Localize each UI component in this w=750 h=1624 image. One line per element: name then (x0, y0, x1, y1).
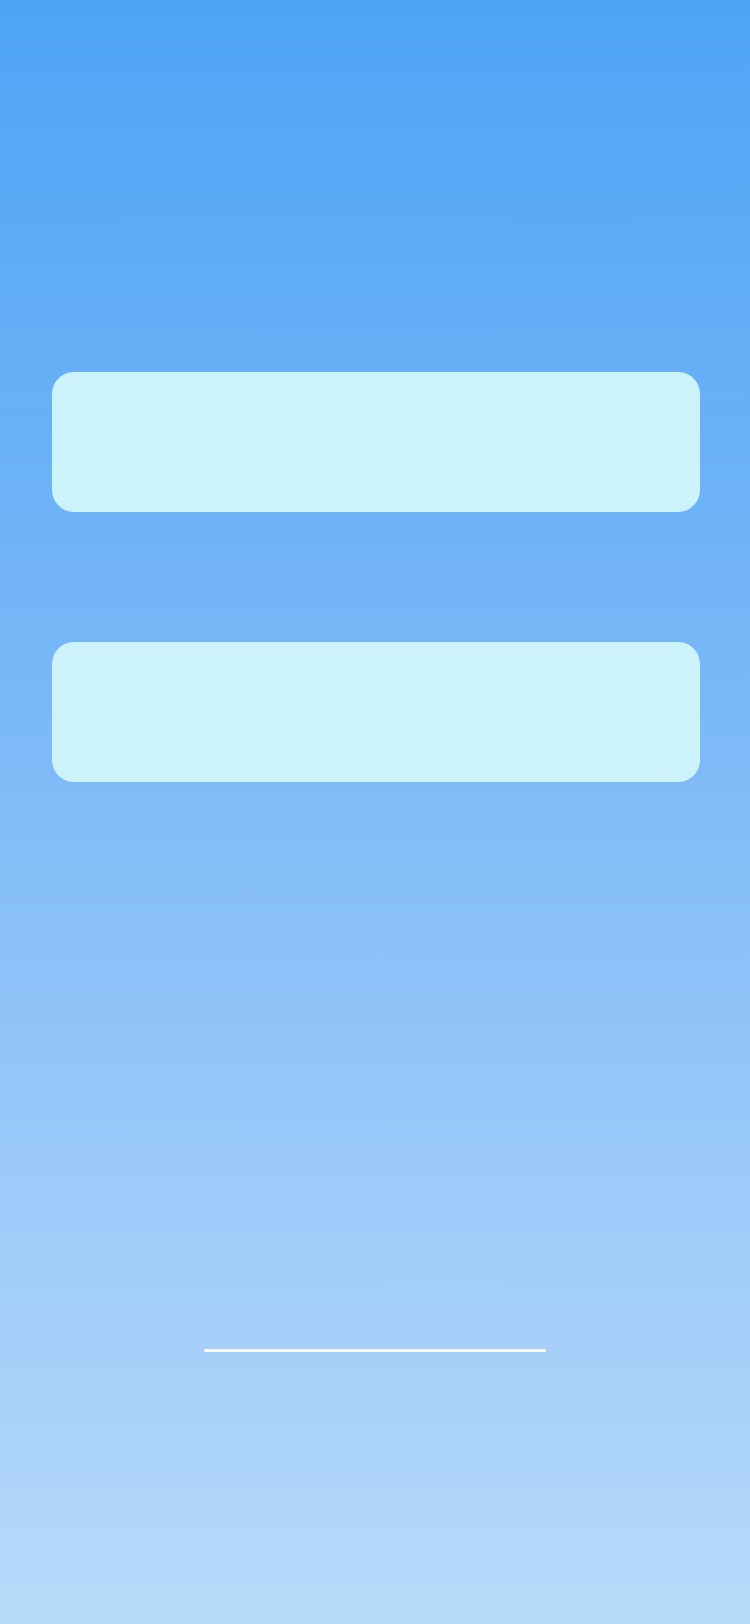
app-screen (0, 0, 750, 1624)
panel-card-1[interactable] (52, 372, 700, 512)
home-indicator[interactable] (204, 1349, 546, 1352)
panel-card-2[interactable] (52, 642, 700, 782)
